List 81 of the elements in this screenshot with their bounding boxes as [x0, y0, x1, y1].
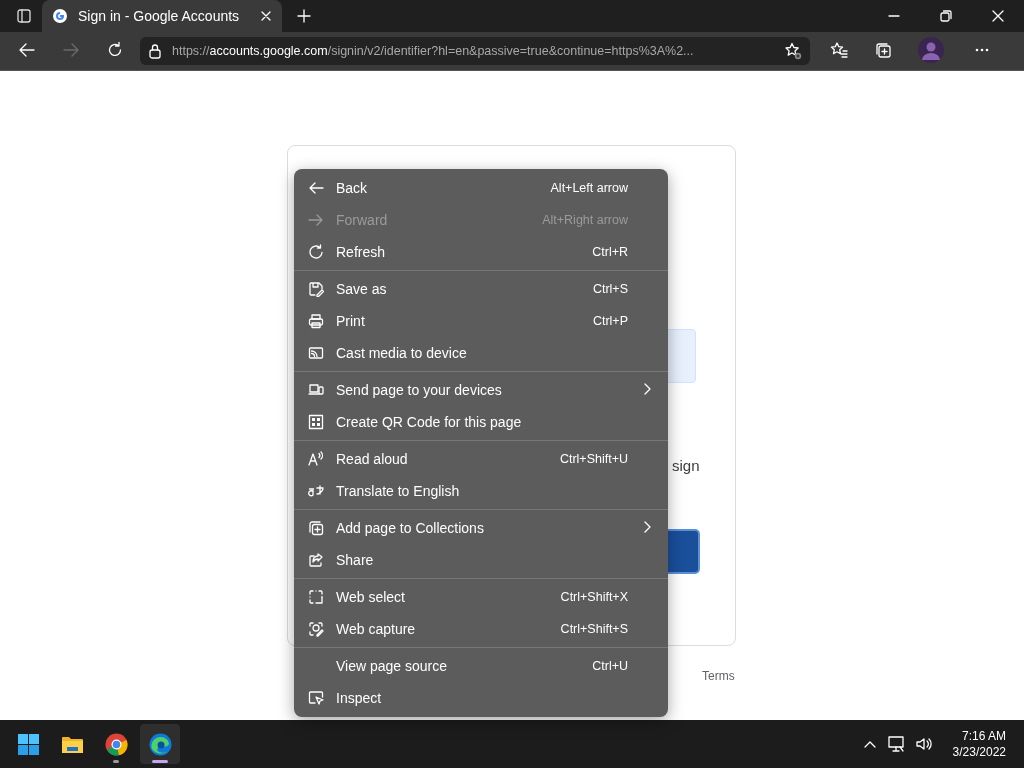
menu-item[interactable]: Share [294, 544, 668, 576]
menu-item[interactable]: Web capture Ctrl+Shift+S [294, 613, 668, 645]
qr-code-icon [308, 414, 324, 430]
menu-item[interactable]: Read aloud Ctrl+Shift+U [294, 443, 668, 475]
read-aloud-icon [308, 451, 324, 467]
select-icon [308, 589, 324, 605]
menu-label: Web select [336, 589, 406, 605]
menu-label: Forward [336, 212, 389, 228]
menu-item[interactable]: Web select Ctrl+Shift+X [294, 581, 668, 613]
menu-label: Web capture [336, 621, 417, 637]
profile-avatar[interactable] [918, 36, 944, 63]
menu-item[interactable]: Refresh Ctrl+R [294, 236, 668, 268]
time-text: 7:16 AM [961, 728, 1006, 744]
close-icon[interactable] [992, 10, 1004, 22]
shortcut-text: Ctrl+S [592, 282, 628, 296]
save-icon [308, 281, 324, 297]
inspect-icon [308, 690, 324, 706]
menu-label: Inspect [336, 690, 383, 706]
menu-item[interactable]: Back Alt+Left arrow [294, 172, 668, 204]
close-icon[interactable] [260, 10, 272, 22]
capture-icon [308, 621, 324, 637]
address-bar[interactable]: https://accounts.google.com/signin/v2/identifier?hl=en&passive=true&continue=https%3A%2... [140, 37, 810, 65]
menu-item[interactable]: Translate to English [294, 475, 668, 507]
menu-item[interactable]: Cast media to device [294, 337, 668, 369]
lock-icon [148, 43, 162, 59]
terms-link[interactable]: Terms [702, 669, 735, 683]
shortcut-text: Ctrl+U [592, 659, 628, 673]
clock[interactable]: 7:16 AM 3/23/2022 [952, 728, 1006, 760]
restore-icon[interactable] [940, 10, 952, 22]
network-icon[interactable] [886, 735, 905, 753]
taskbar-app[interactable] [140, 724, 180, 764]
hint-text: sign [672, 457, 700, 474]
edge-icon [147, 731, 173, 757]
google-icon [52, 8, 68, 24]
shortcut-text: Alt+Right arrow [542, 213, 628, 227]
share-icon [308, 552, 324, 568]
forward-arrow-icon [308, 212, 324, 228]
shortcut-text: Ctrl+Shift+S [560, 622, 628, 636]
menu-item[interactable]: Inspect [294, 682, 668, 714]
menu-label: Refresh [336, 244, 387, 260]
url-text: https://accounts.google.com/signin/v2/identifier?hl=en&passive=true&continue=https%3A%2... [172, 44, 695, 58]
shortcut-text: Ctrl+Shift+U [559, 452, 628, 466]
cast-icon [308, 345, 324, 361]
sidebar-icon[interactable] [16, 8, 32, 24]
back-arrow-icon [308, 180, 324, 196]
menu-label: View page source [336, 658, 449, 674]
shortcut-text: Ctrl+P [592, 314, 628, 328]
menu-label: Print [336, 313, 366, 329]
add-favorite-icon[interactable] [784, 42, 802, 60]
menu-label: Share [336, 552, 375, 568]
refresh-icon [308, 244, 324, 260]
menu-label: Read aloud [336, 451, 409, 467]
menu-label: Add page to Collections [336, 520, 485, 536]
menu-item[interactable]: Save as Ctrl+S [294, 273, 668, 305]
collections-icon[interactable] [874, 40, 892, 59]
menu-label: Send page to your devices [336, 382, 503, 398]
menu-label: Create QR Code for this page [336, 414, 523, 430]
menu-label: Cast media to device [336, 345, 468, 361]
menu-item[interactable]: Send page to your devices [294, 374, 668, 406]
menu-item[interactable]: Create QR Code for this page [294, 406, 668, 438]
devices-icon [308, 382, 324, 398]
shortcut-text: Alt+Left arrow [550, 181, 628, 195]
menu-item[interactable]: Add page to Collections [294, 512, 668, 544]
menu-item[interactable]: Print Ctrl+P [294, 305, 668, 337]
windows-logo-icon [15, 731, 41, 757]
printer-icon [308, 313, 324, 329]
collections-icon [308, 520, 324, 536]
refresh-icon[interactable] [106, 40, 124, 59]
menu-item[interactable]: View page source Ctrl+U [294, 650, 668, 682]
translate-icon [308, 483, 324, 499]
chrome-icon [103, 731, 129, 757]
new-tab-icon[interactable] [296, 8, 312, 24]
favorites-icon[interactable] [830, 40, 848, 59]
browser-tab[interactable]: Sign in - Google Accounts [42, 0, 282, 32]
date-text: 3/23/2022 [952, 744, 1006, 760]
tab-title: Sign in - Google Accounts [78, 8, 241, 24]
shortcut-text: Ctrl+R [592, 245, 628, 259]
shortcut-text: Ctrl+Shift+X [560, 590, 628, 604]
menu-label: Back [336, 180, 369, 196]
menu-label: Save as [336, 281, 388, 297]
menu-label: Translate to English [336, 483, 461, 499]
